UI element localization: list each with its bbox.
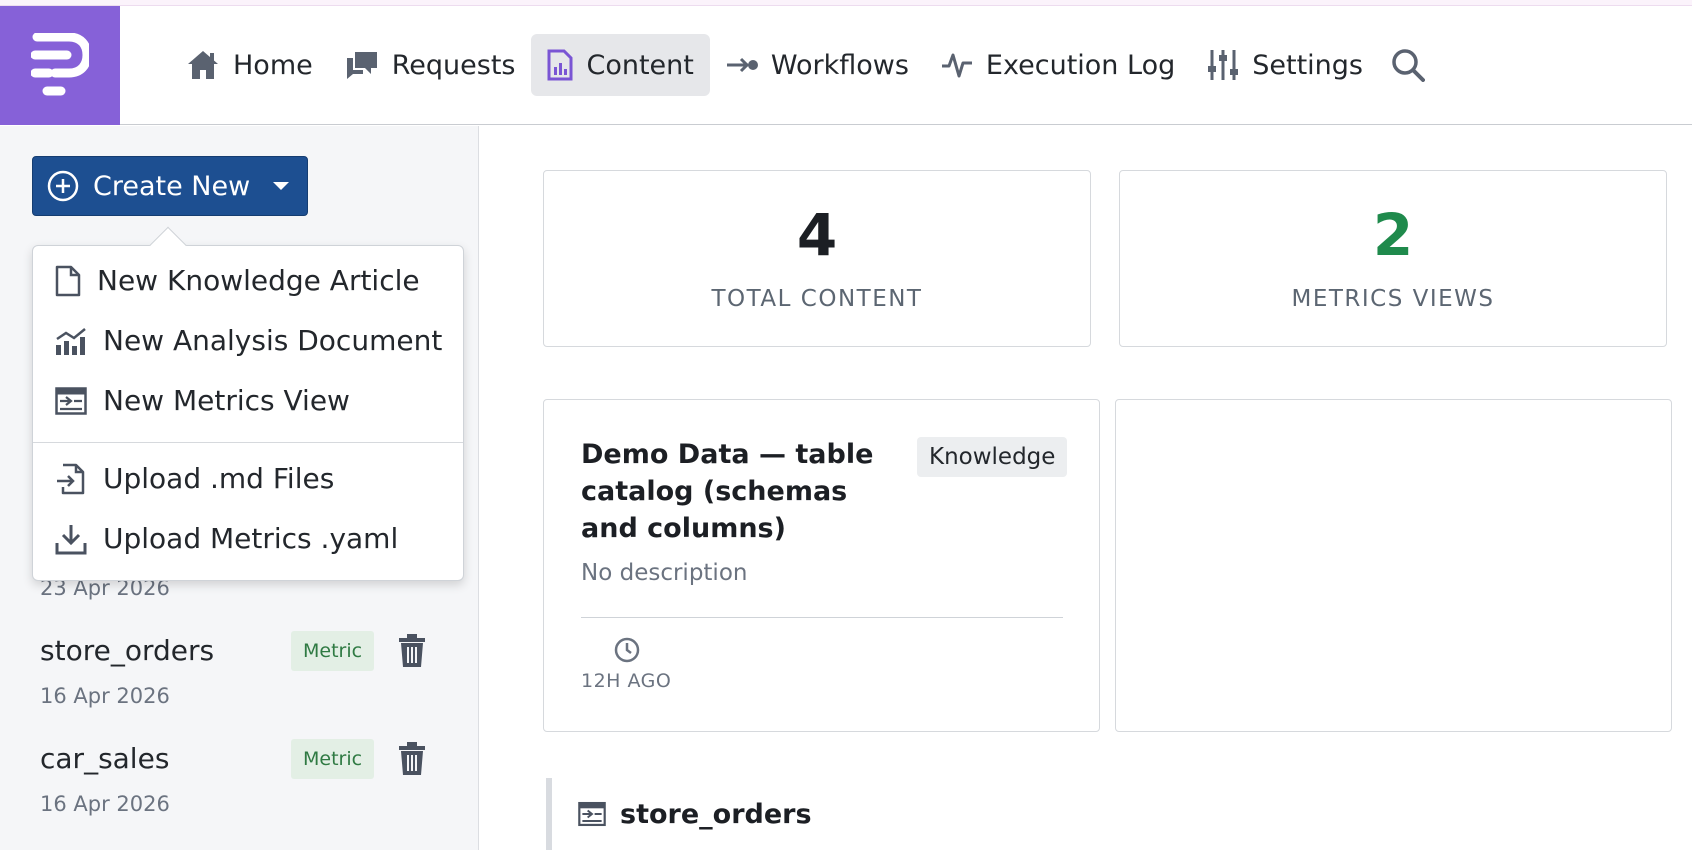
nav-workflows-label: Workflows	[770, 49, 909, 81]
create-new-button[interactable]: Create New	[32, 156, 308, 216]
metric-badge: Metric	[291, 631, 375, 671]
nav-requests[interactable]: Requests	[329, 34, 532, 96]
create-new-label: Create New	[93, 170, 251, 202]
card-description: No description	[581, 560, 748, 586]
stat-card-total-content: 4 TOTAL CONTENT	[543, 170, 1091, 347]
create-new-dropdown-menu: New Knowledge Article New Analysis Docum…	[32, 226, 464, 581]
chat-bubbles-icon	[346, 52, 377, 79]
file-icon	[55, 265, 81, 296]
card-divider	[581, 617, 1063, 618]
workflow-arrow-icon	[726, 57, 758, 73]
stat-card-metrics-views: 2 METRICS VIEWS	[1119, 170, 1667, 347]
knowledge-badge: Knowledge	[917, 437, 1068, 477]
dropdown-divider	[33, 442, 463, 443]
content-card-empty	[1115, 399, 1672, 732]
trash-icon[interactable]	[398, 634, 426, 668]
logo-mark-icon	[31, 32, 89, 95]
nav-search-button[interactable]	[1379, 34, 1437, 96]
metrics-view-icon	[578, 801, 606, 827]
app-logo[interactable]	[0, 6, 120, 125]
menu-item-new-metrics-view[interactable]: New Metrics View	[55, 384, 350, 417]
menu-item-label: New Metrics View	[103, 384, 350, 417]
stat-value: 4	[796, 201, 838, 269]
nav-settings[interactable]: Settings	[1191, 34, 1379, 96]
document-chart-icon	[547, 49, 573, 81]
stat-label: METRICS VIEWS	[1291, 286, 1495, 312]
content-section-row[interactable]: store_orders	[546, 778, 946, 850]
nav-content[interactable]: Content	[531, 34, 710, 96]
menu-item-label: New Analysis Document	[103, 324, 443, 357]
sliders-icon	[1208, 50, 1239, 80]
top-navbar: Home Requests Content Workflows Executio…	[0, 6, 1692, 125]
menu-item-label: Upload Metrics .yaml	[103, 522, 399, 555]
plus-circle-icon	[47, 170, 79, 202]
main-nav: Home Requests Content Workflows Executio…	[170, 34, 1437, 96]
chevron-down-icon	[273, 182, 290, 190]
menu-item-new-knowledge-article[interactable]: New Knowledge Article	[55, 264, 420, 297]
nav-home[interactable]: Home	[170, 34, 329, 96]
home-icon	[188, 51, 218, 79]
list-item-date: 16 Apr 2026	[40, 792, 170, 816]
file-import-icon	[57, 463, 85, 494]
card-timestamp: 12H AGO	[581, 670, 672, 692]
list-item-title[interactable]: store_orders	[40, 634, 214, 667]
nav-home-label: Home	[233, 49, 313, 81]
list-item-title[interactable]: car_sales	[40, 742, 169, 775]
content-card[interactable]: Demo Data — table catalog (schemas and c…	[543, 399, 1100, 732]
download-icon	[55, 524, 87, 554]
section-title[interactable]: store_orders	[620, 799, 812, 830]
list-item-date: 16 Apr 2026	[40, 684, 170, 708]
nav-content-label: Content	[586, 49, 694, 81]
nav-execution-log-label: Execution Log	[985, 49, 1176, 81]
menu-item-label: New Knowledge Article	[97, 264, 420, 297]
nav-settings-label: Settings	[1252, 49, 1363, 81]
nav-execution-log[interactable]: Execution Log	[925, 34, 1191, 96]
menu-item-new-analysis-document[interactable]: New Analysis Document	[55, 324, 442, 357]
chart-line-icon	[56, 327, 86, 355]
nav-requests-label: Requests	[391, 49, 516, 81]
stat-value: 2	[1372, 201, 1414, 269]
trash-icon[interactable]	[398, 742, 426, 776]
stat-label: TOTAL CONTENT	[711, 286, 923, 312]
search-icon	[1392, 49, 1425, 82]
menu-item-upload-metrics-yaml[interactable]: Upload Metrics .yaml	[55, 522, 398, 555]
menu-item-upload-md-files[interactable]: Upload .md Files	[55, 462, 334, 495]
clock-icon	[614, 637, 640, 663]
nav-workflows[interactable]: Workflows	[710, 34, 925, 96]
metrics-view-icon	[55, 386, 87, 415]
card-title[interactable]: Demo Data — table catalog (schemas and c…	[581, 436, 911, 547]
metric-badge: Metric	[291, 739, 375, 779]
menu-item-label: Upload .md Files	[103, 462, 335, 495]
pulse-icon	[941, 53, 972, 78]
